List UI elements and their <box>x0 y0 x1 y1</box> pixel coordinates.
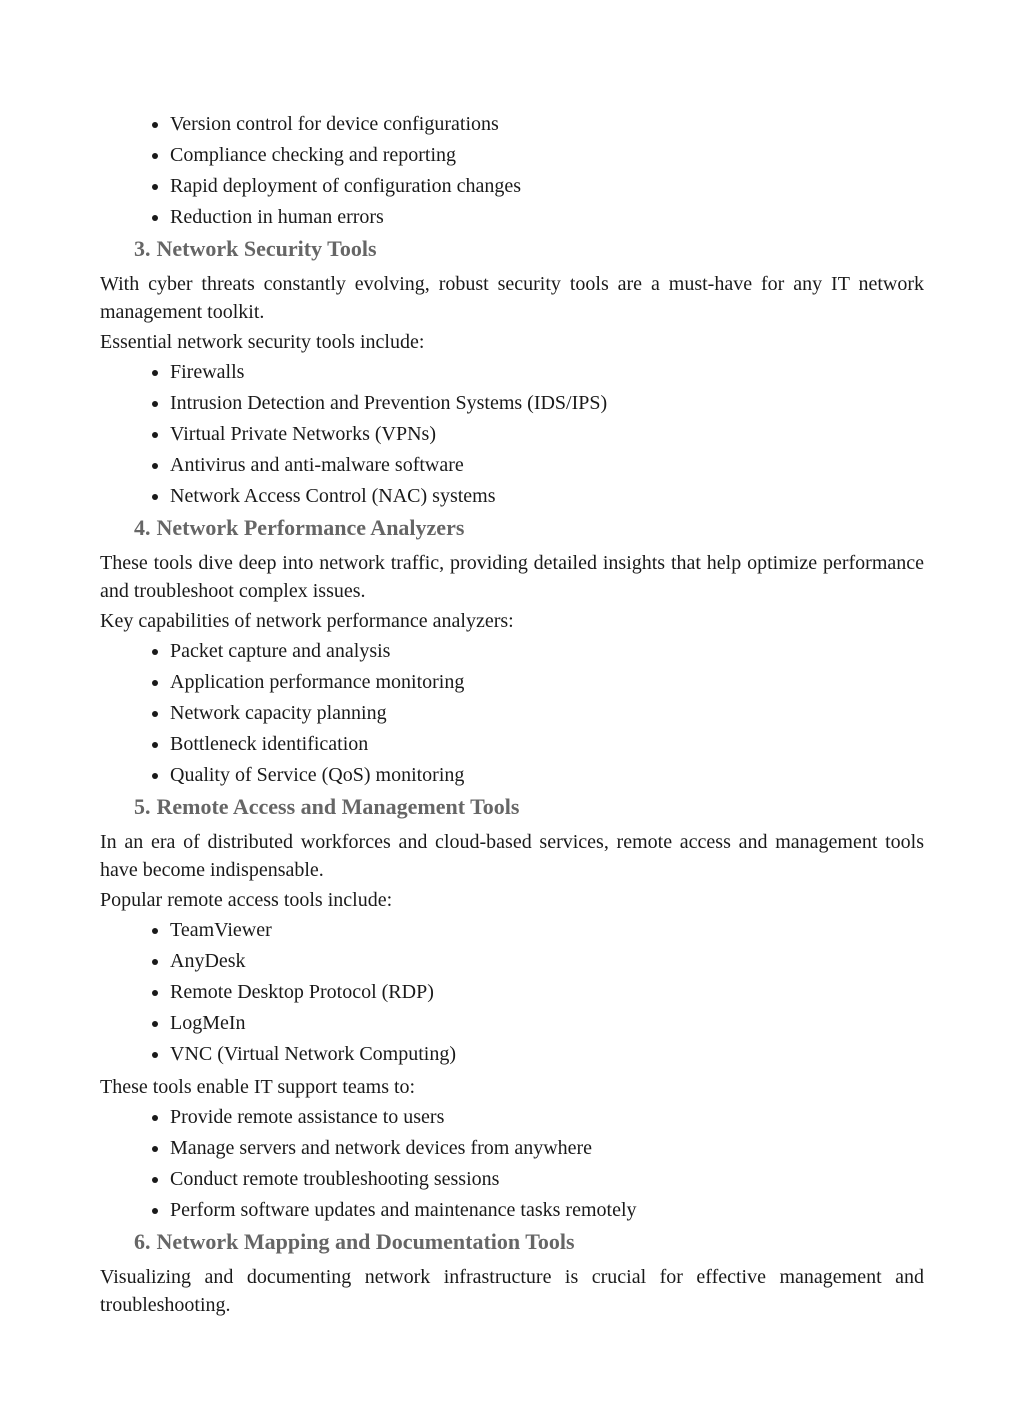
list-item: Packet capture and analysis <box>170 637 924 666</box>
list-item: Network capacity planning <box>170 699 924 728</box>
list-item: Perform software updates and maintenance… <box>170 1196 924 1225</box>
paragraph: With cyber threats constantly evolving, … <box>100 270 924 326</box>
section5-list1: TeamViewer AnyDesk Remote Desktop Protoc… <box>100 916 924 1069</box>
list-item: Intrusion Detection and Prevention Syste… <box>170 389 924 418</box>
list-item: Manage servers and network devices from … <box>170 1134 924 1163</box>
section3-list: Firewalls Intrusion Detection and Preven… <box>100 358 924 511</box>
paragraph: Popular remote access tools include: <box>100 886 924 914</box>
list-item: Remote Desktop Protocol (RDP) <box>170 978 924 1007</box>
paragraph: These tools enable IT support teams to: <box>100 1073 924 1101</box>
paragraph: Key capabilities of network performance … <box>100 607 924 635</box>
list-item: Bottleneck identification <box>170 730 924 759</box>
list-item: Reduction in human errors <box>170 203 924 232</box>
list-item: AnyDesk <box>170 947 924 976</box>
document-page: Version control for device configuration… <box>0 0 1024 1401</box>
list-item: Network Access Control (NAC) systems <box>170 482 924 511</box>
heading-number: 6. <box>134 1229 151 1254</box>
list-item: Version control for device configuration… <box>170 110 924 139</box>
heading-section5: 5.Remote Access and Management Tools <box>134 794 924 820</box>
heading-number: 3. <box>134 236 151 261</box>
paragraph: Visualizing and documenting network infr… <box>100 1263 924 1319</box>
list-item: Compliance checking and reporting <box>170 141 924 170</box>
list-item: Antivirus and anti-malware software <box>170 451 924 480</box>
list-item: Firewalls <box>170 358 924 387</box>
list-item: Rapid deployment of configuration change… <box>170 172 924 201</box>
paragraph: Essential network security tools include… <box>100 328 924 356</box>
list-item: LogMeIn <box>170 1009 924 1038</box>
heading-title: Remote Access and Management Tools <box>157 794 520 819</box>
heading-title: Network Mapping and Documentation Tools <box>157 1229 575 1254</box>
list-item: Quality of Service (QoS) monitoring <box>170 761 924 790</box>
heading-section3: 3.Network Security Tools <box>134 236 924 262</box>
list-item: Application performance monitoring <box>170 668 924 697</box>
section4-list: Packet capture and analysis Application … <box>100 637 924 790</box>
paragraph: In an era of distributed workforces and … <box>100 828 924 884</box>
heading-section6: 6.Network Mapping and Documentation Tool… <box>134 1229 924 1255</box>
list-item: Conduct remote troubleshooting sessions <box>170 1165 924 1194</box>
heading-section4: 4.Network Performance Analyzers <box>134 515 924 541</box>
list-item: Provide remote assistance to users <box>170 1103 924 1132</box>
heading-title: Network Security Tools <box>157 236 377 261</box>
heading-title: Network Performance Analyzers <box>157 515 465 540</box>
list-item: VNC (Virtual Network Computing) <box>170 1040 924 1069</box>
heading-number: 4. <box>134 515 151 540</box>
list-item: Virtual Private Networks (VPNs) <box>170 420 924 449</box>
section5-list2: Provide remote assistance to users Manag… <box>100 1103 924 1225</box>
paragraph: These tools dive deep into network traff… <box>100 549 924 605</box>
section2-list: Version control for device configuration… <box>100 110 924 232</box>
list-item: TeamViewer <box>170 916 924 945</box>
heading-number: 5. <box>134 794 151 819</box>
